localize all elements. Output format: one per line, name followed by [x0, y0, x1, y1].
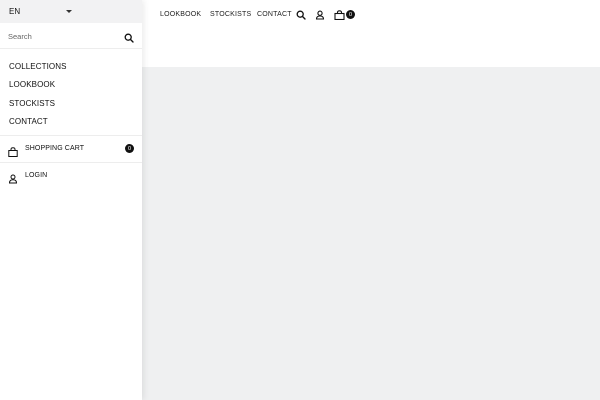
- user-icon[interactable]: [315, 10, 325, 20]
- shopping-cart-link[interactable]: SHOPPING CART 0: [0, 144, 142, 160]
- divider: [0, 162, 142, 163]
- language-selector[interactable]: EN: [0, 0, 142, 23]
- nav-link-stockists[interactable]: STOCKISTS: [210, 11, 251, 21]
- shopping-cart-label: SHOPPING CART: [25, 145, 85, 152]
- cart-count-badge: 0: [346, 10, 355, 19]
- search-row: [0, 24, 142, 49]
- search-icon[interactable]: [124, 30, 134, 43]
- side-menu-panel: EN COLLECTIONS LOOKBOOK STOCKISTS CONTAC…: [0, 0, 142, 400]
- search-input[interactable]: [8, 30, 118, 42]
- nav-link-lookbook[interactable]: LOOKBOOK: [160, 11, 201, 21]
- language-label: EN: [9, 7, 21, 16]
- nav-link-contact[interactable]: CONTACT: [257, 11, 292, 21]
- menu-item-collections[interactable]: COLLECTIONS: [9, 62, 67, 71]
- divider: [0, 135, 142, 136]
- menu-item-stockists[interactable]: STOCKISTS: [9, 99, 55, 108]
- cart-count-badge: 0: [125, 144, 134, 153]
- login-link[interactable]: LOGIN: [0, 171, 142, 187]
- login-label: LOGIN: [25, 172, 48, 179]
- caret-down-icon[interactable]: [66, 10, 72, 13]
- shopping-bag-icon[interactable]: [334, 10, 345, 20]
- menu-item-lookbook[interactable]: LOOKBOOK: [9, 80, 55, 89]
- shopping-bag-icon: [8, 144, 18, 157]
- menu-item-contact[interactable]: CONTACT: [9, 117, 48, 126]
- search-icon[interactable]: [296, 10, 306, 20]
- user-icon: [8, 171, 18, 184]
